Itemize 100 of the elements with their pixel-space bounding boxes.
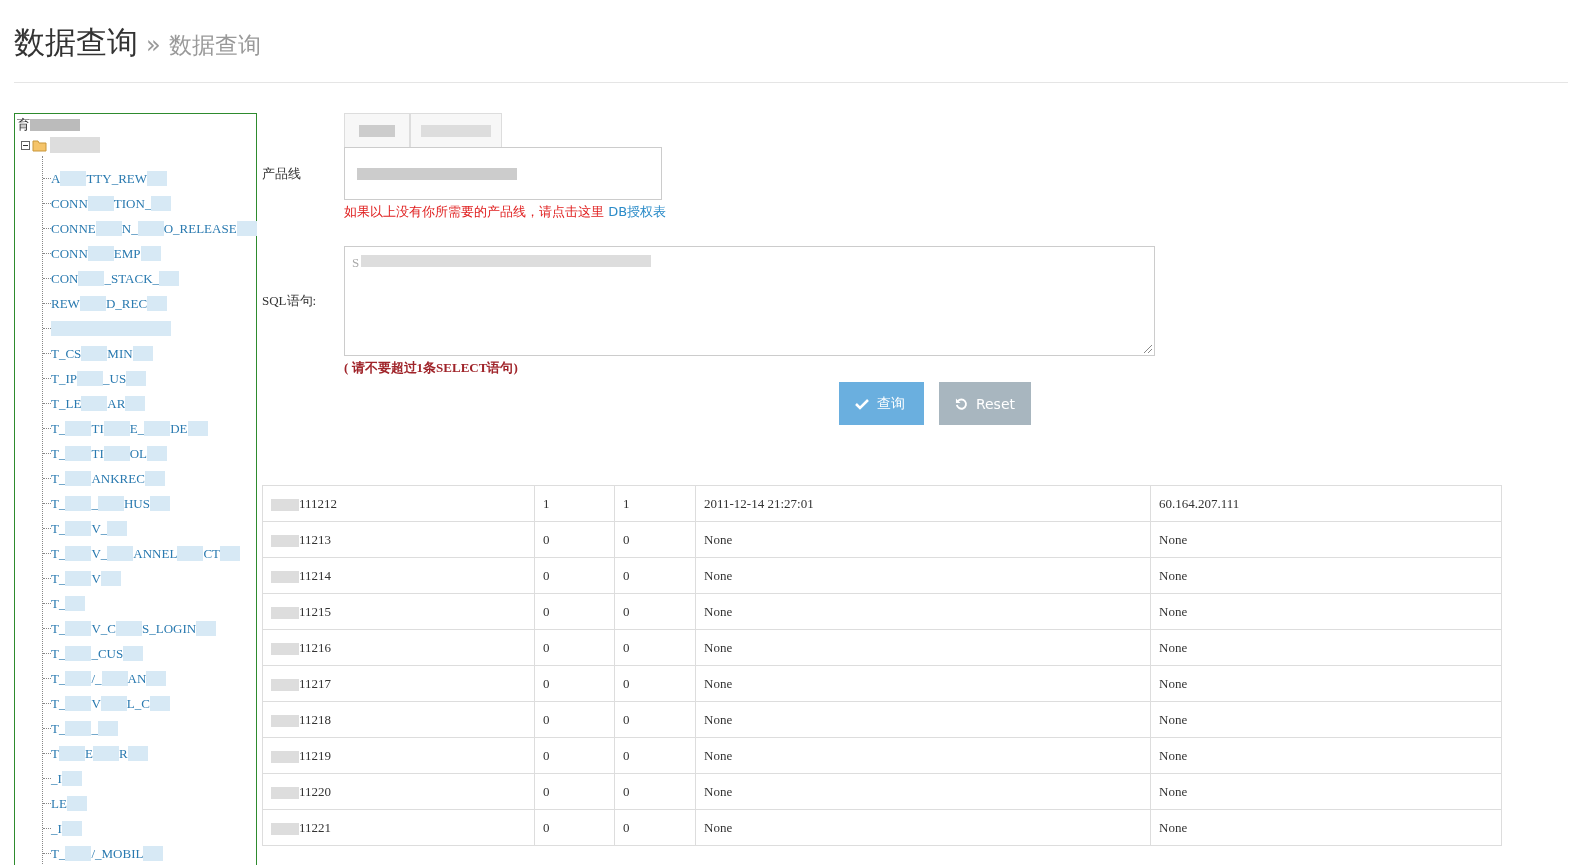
tab[interactable] (410, 113, 502, 147)
tree-item-label[interactable]: _US (103, 370, 127, 387)
tree-item-label[interactable]: _STACK_ (104, 270, 160, 287)
tree-item-label[interactable]: T_ (51, 720, 66, 737)
tree-root-label[interactable]: 育 (17, 116, 30, 134)
redaction-block (147, 446, 168, 461)
tree-item-label[interactable]: DE (170, 420, 188, 437)
tree-item-label[interactable]: T_ (51, 620, 66, 637)
tree-item-label[interactable]: O_RELEASE (163, 220, 237, 237)
tree-item-label[interactable]: T_ (51, 470, 66, 487)
table-cell: None (695, 701, 1151, 738)
tree-item-label[interactable]: ANKREC (91, 470, 145, 487)
tree-item-label[interactable]: N_ (121, 220, 138, 237)
redaction-block (97, 721, 118, 736)
tab[interactable] (344, 113, 410, 147)
table-cell: 0 (534, 701, 615, 738)
table-cell: 11216 (262, 629, 535, 666)
tree-item-label[interactable]: _ (91, 720, 98, 737)
redaction-block (66, 796, 87, 811)
table-cell: 0 (614, 773, 696, 810)
redaction-block (271, 606, 299, 619)
tree-item-label[interactable]: T_ (51, 520, 66, 537)
redaction-block (65, 596, 86, 611)
table-cell: None (1150, 521, 1502, 558)
tree-item-label[interactable]: V_C (91, 620, 116, 637)
redaction-block (65, 646, 92, 661)
tree-item-label[interactable]: V_ (91, 545, 108, 562)
redaction-block (143, 846, 164, 861)
tree-item-label[interactable]: ANNEL (133, 545, 178, 562)
tree-item-label[interactable]: _I (51, 770, 62, 787)
tree-item-label[interactable]: _I (51, 820, 62, 837)
tree-item-label[interactable]: T_ (51, 420, 66, 437)
tree-item-label[interactable]: AR (107, 395, 126, 412)
tree-item-label[interactable]: CT (203, 545, 220, 562)
table-cell: 111212 (262, 485, 535, 522)
tree-item-label[interactable]: T_ (51, 495, 66, 512)
tree-item-label[interactable]: R (118, 745, 128, 762)
redaction-block (271, 570, 299, 583)
tree-item-label[interactable]: T_IP (51, 370, 77, 387)
tree-item-label[interactable]: TI (91, 420, 104, 437)
tree-item-label[interactable]: L_C (126, 695, 150, 712)
folder-icon (32, 138, 48, 152)
tree-item-label[interactable]: /_ (91, 670, 102, 687)
resize-grip-icon[interactable] (1144, 345, 1152, 353)
tree-item-label[interactable]: MIN (107, 345, 133, 362)
redaction-block (146, 671, 167, 686)
tree-item-label[interactable]: TI (91, 445, 104, 462)
tree-item-label[interactable]: T_CS (51, 345, 82, 362)
tree-item-label[interactable]: _ (91, 495, 98, 512)
tree-item-label[interactable]: T_ (51, 595, 66, 612)
table-cell: 0 (534, 593, 615, 630)
tree-item-label[interactable]: E_ (129, 420, 145, 437)
tree-item-label[interactable]: D_REC (105, 295, 148, 312)
tree-item-label[interactable]: V_ (91, 520, 108, 537)
tree-item-label[interactable]: CONN (51, 195, 88, 212)
table-cell: 11220 (262, 773, 535, 810)
tree-item-label[interactable]: AN (127, 670, 147, 687)
redaction-block (78, 271, 105, 286)
table-cell: 11215 (262, 593, 535, 630)
table-cell: None (695, 593, 1151, 630)
table-cell: None (695, 521, 1151, 558)
tree-item-label[interactable]: A (51, 170, 61, 187)
table-cell: 60.164.207.111 (1150, 485, 1502, 522)
tree-item-label[interactable]: CON (51, 270, 79, 287)
tree-item-label[interactable]: T_LE (51, 395, 82, 412)
tree-item-label[interactable]: T_ (51, 545, 66, 562)
redaction-block (126, 371, 147, 386)
table-cell: 0 (614, 629, 696, 666)
tree-item-label[interactable]: T_ (51, 445, 66, 462)
collapse-icon[interactable] (21, 140, 30, 150)
tree-item-label[interactable]: V (91, 695, 101, 712)
redaction-block (79, 296, 106, 311)
tree-item-label[interactable]: E (84, 745, 93, 762)
tree-item-label[interactable]: T_ (51, 670, 66, 687)
breadcrumb-current: 数据查询 (168, 31, 261, 60)
tree-item-label[interactable]: T_ (51, 695, 66, 712)
product-line-list[interactable] (344, 147, 662, 200)
tree-item-label[interactable]: TION_ (113, 195, 152, 212)
tree-item-label[interactable]: S_LOGIN (142, 620, 197, 637)
tree-item-label[interactable]: OL (129, 445, 148, 462)
table-cell: 0 (614, 737, 696, 774)
tree-item-label[interactable]: T (51, 745, 59, 762)
tree-item-label[interactable]: V (91, 570, 101, 587)
tree-item-label[interactable]: REW (51, 295, 80, 312)
tree-item-label[interactable]: /_MOBIL (91, 845, 144, 862)
tree-item-label[interactable]: TTY_REW (86, 170, 148, 187)
redaction-block (147, 171, 168, 186)
tree-item-label[interactable]: _CUS (91, 645, 124, 662)
redaction-block (123, 646, 144, 661)
tree-item-label[interactable]: T_ (51, 570, 66, 587)
tree-item-label[interactable]: CONN (51, 245, 88, 262)
tree-item-label[interactable]: CONNE (51, 220, 96, 237)
tree-item-label[interactable]: LE (51, 795, 67, 812)
db-auth-link[interactable]: DB授权表 (608, 204, 667, 219)
tree-item-label[interactable]: T_ (51, 645, 66, 662)
table-cell: 2011-12-14 21:27:01 (695, 485, 1151, 522)
tree-item-label[interactable]: T_ (51, 845, 66, 862)
tree-item-label[interactable]: EMP (113, 245, 141, 262)
table-cell: 0 (534, 557, 615, 594)
tree-item-label[interactable]: HUS (123, 495, 150, 512)
